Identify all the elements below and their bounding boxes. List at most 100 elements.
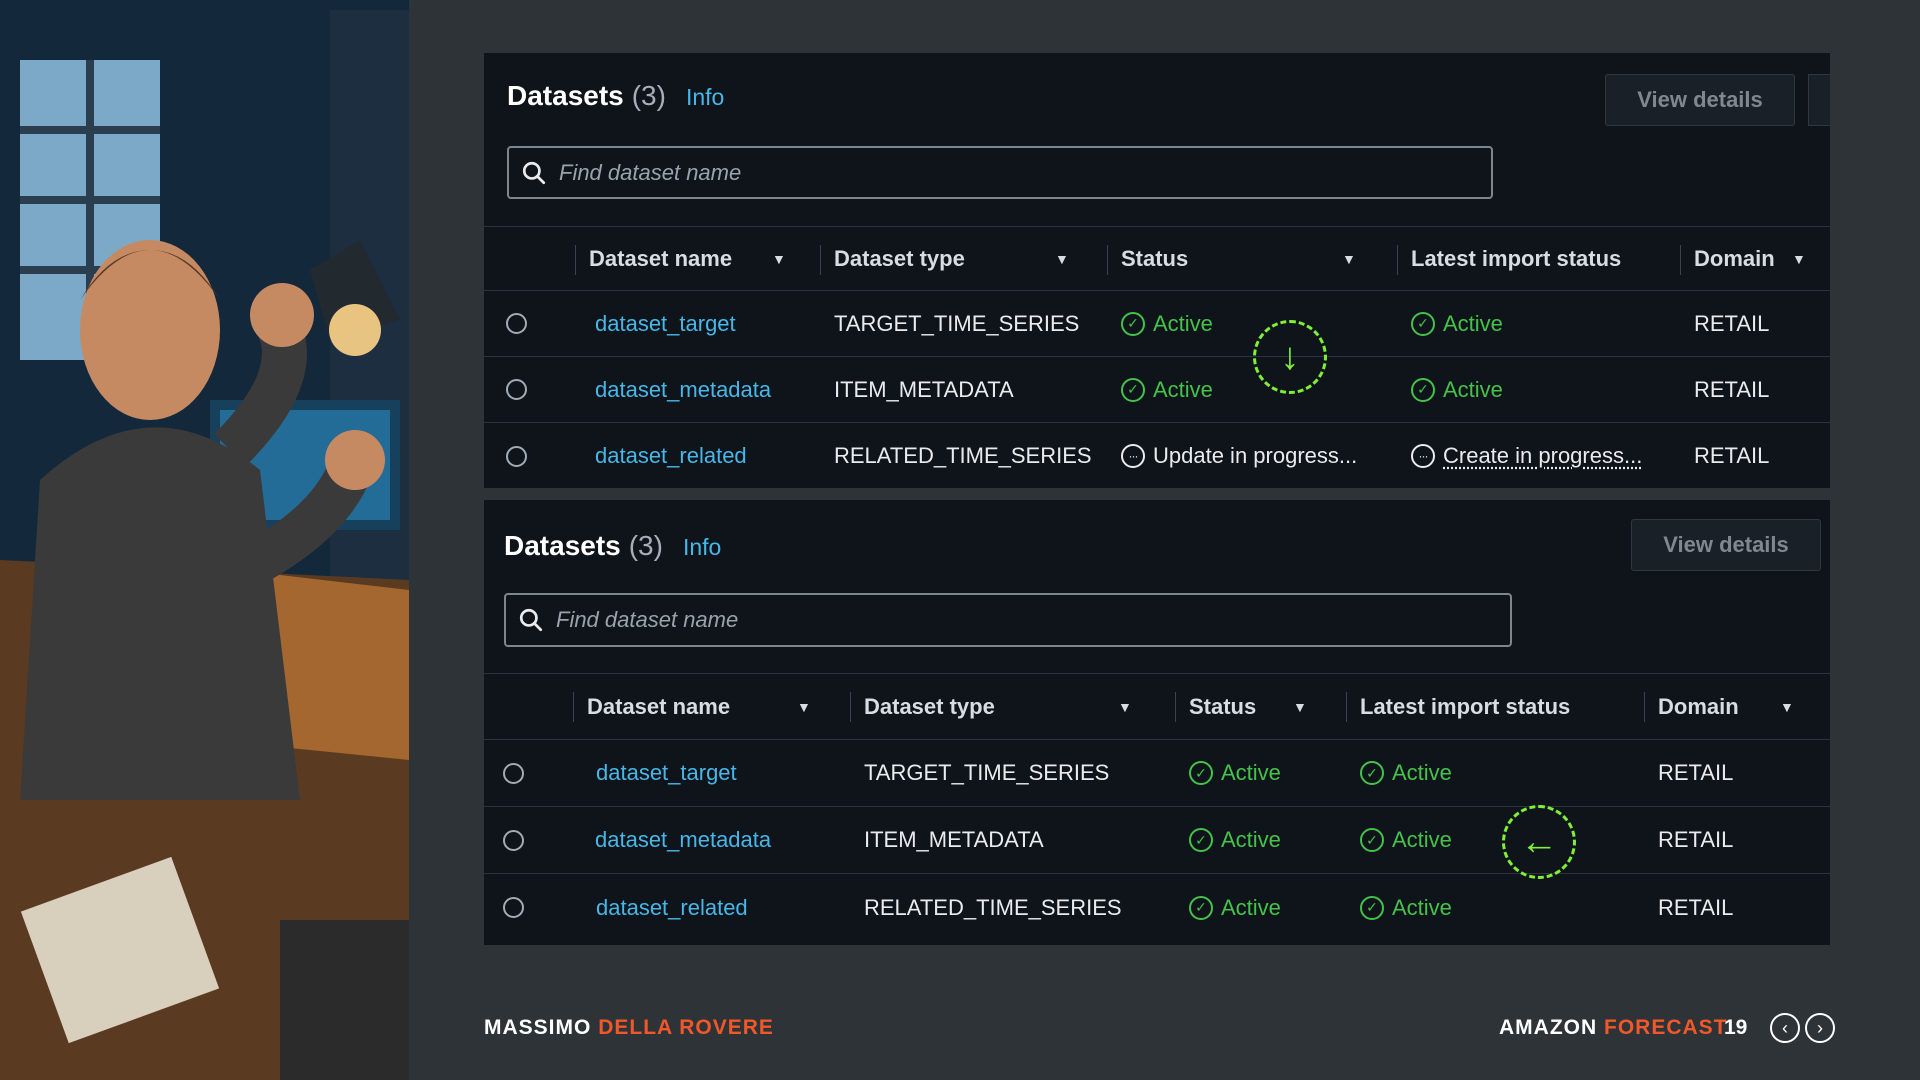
import-status-text[interactable]: Create in progress... [1443,443,1642,469]
column-label: Latest import status [1411,245,1622,271]
row-select-radio[interactable] [506,313,527,334]
column-header-status[interactable]: Status ▼ [1175,674,1307,739]
check-circle-icon: ✓ [1121,377,1145,402]
status-cell: ✓ Active [1121,291,1213,356]
product-last: FORECAST [1604,1016,1728,1039]
dataset-type: RELATED_TIME_SERIES [834,443,1092,468]
info-link[interactable]: Info [683,534,721,561]
search-field[interactable] [507,146,1493,199]
dataset-name-link[interactable]: dataset_metadata [595,357,771,422]
dataset-name-link[interactable]: dataset_metadata [595,807,771,873]
domain-text: RETAIL [1658,894,1734,920]
view-details-button[interactable]: View details [1605,74,1795,126]
panel-count: (3) [631,80,666,111]
dataset-type: ITEM_METADATA [864,827,1044,852]
sort-caret-icon[interactable]: ▼ [1780,699,1794,715]
status-cell: ✓ Active [1189,874,1281,941]
table-row[interactable]: dataset_related RELATED_TIME_SERIES ··· … [484,423,1830,489]
dataset-name-link[interactable]: dataset_target [596,740,737,806]
column-header-dataset-name[interactable]: Dataset name ▼ [573,674,811,739]
next-button-edge[interactable] [1808,74,1830,126]
search-field[interactable] [504,593,1512,647]
column-label: Latest import status [1360,693,1571,719]
status-text: Active [1221,827,1281,852]
sort-caret-icon[interactable]: ▼ [1055,251,1069,267]
dataset-type: TARGET_TIME_SERIES [864,760,1110,785]
sort-caret-icon[interactable]: ▼ [1792,251,1806,267]
column-header-latest-import-status[interactable]: Latest import status [1346,674,1571,739]
column-header-domain[interactable]: Domain ▼ [1644,674,1794,739]
datasets-table: Dataset name ▼ Dataset type ▼ Status ▼ L… [484,673,1830,941]
table-row[interactable]: dataset_target TARGET_TIME_SERIES ✓ Acti… [484,740,1830,807]
import-status-text: Active [1392,894,1452,920]
import-status-cell: ✓ Active [1360,807,1452,873]
column-header-domain[interactable]: Domain ▼ [1680,227,1806,290]
datasets-table: Dataset name ▼ Dataset type ▼ Status ▼ L… [484,226,1830,489]
column-header-latest-import-status[interactable]: Latest import status [1397,227,1622,290]
row-select-radio[interactable] [506,379,527,400]
arrow-down-icon: ↓ [1253,320,1327,394]
row-select-radio[interactable] [503,829,524,851]
check-circle-icon: ✓ [1121,311,1145,336]
celebrating-developer-illustration [0,0,409,1080]
info-link[interactable]: Info [686,84,724,111]
column-header-dataset-type[interactable]: Dataset type ▼ [820,227,1069,290]
panel-title-text: Datasets [507,80,624,111]
import-status-cell: ✓ Active [1411,357,1503,422]
column-separator [1680,245,1681,275]
column-label: Dataset name [587,693,731,719]
column-label: Domain [1658,693,1739,719]
dataset-name-link[interactable]: dataset_related [596,874,748,941]
column-separator [1644,692,1645,722]
panel-count: (3) [628,530,663,561]
table-row[interactable]: dataset_related RELATED_TIME_SERIES ✓ Ac… [484,874,1830,941]
row-select-radio[interactable] [503,762,524,784]
chevron-left-icon[interactable]: ‹ [1770,1013,1800,1043]
sort-caret-icon[interactable]: ▼ [1293,699,1307,715]
datasets-panel-after: Datasets (3) Info View details Dataset n… [484,500,1830,945]
status-text: Active [1221,894,1281,920]
check-circle-icon: ✓ [1189,761,1213,785]
in-progress-icon: ··· [1121,444,1145,468]
column-header-dataset-type[interactable]: Dataset type ▼ [850,674,1132,739]
column-separator [1346,692,1347,722]
import-status-text: Active [1443,376,1503,402]
check-circle-icon: ✓ [1360,761,1384,785]
table-header: Dataset name ▼ Dataset type ▼ Status ▼ L… [484,227,1830,291]
status-text: Active [1221,760,1281,785]
table-row[interactable]: dataset_metadata ITEM_METADATA ✓ Active … [484,357,1830,423]
import-status-cell: ✓ Active [1360,740,1452,806]
domain-text: RETAIL [1694,376,1770,402]
row-select-radio[interactable] [506,445,527,467]
search-input[interactable] [559,159,1459,186]
check-circle-icon: ✓ [1360,895,1384,920]
column-header-status[interactable]: Status ▼ [1107,227,1356,290]
view-details-button[interactable]: View details [1631,519,1821,571]
table-row[interactable]: dataset_target TARGET_TIME_SERIES ✓ Acti… [484,291,1830,357]
sort-caret-icon[interactable]: ▼ [797,699,811,715]
column-label: Dataset type [834,245,965,271]
column-label: Status [1121,245,1189,271]
check-circle-icon: ✓ [1189,828,1213,852]
column-separator [1175,692,1176,722]
check-circle-icon: ✓ [1411,377,1435,402]
dataset-type: RELATED_TIME_SERIES [864,894,1122,920]
check-circle-icon: ✓ [1360,828,1384,852]
table-row[interactable]: dataset_metadata ITEM_METADATA ✓ Active … [484,807,1830,874]
column-label: Dataset name [589,245,733,271]
sort-caret-icon[interactable]: ▼ [1118,699,1132,715]
sort-caret-icon[interactable]: ▼ [1342,251,1356,267]
column-header-dataset-name[interactable]: Dataset name ▼ [575,227,786,290]
search-icon [522,161,546,184]
dataset-name-link[interactable]: dataset_related [595,423,747,489]
domain-text: RETAIL [1694,443,1770,468]
check-circle-icon: ✓ [1411,311,1435,336]
dataset-name-link[interactable]: dataset_target [595,291,736,356]
sort-caret-icon[interactable]: ▼ [772,251,786,267]
chevron-right-icon[interactable]: › [1805,1013,1835,1043]
status-text: Active [1153,376,1213,402]
status-cell: ✓ Active [1189,807,1281,873]
column-separator [850,692,851,722]
row-select-radio[interactable] [503,897,524,918]
search-input[interactable] [556,607,1456,633]
